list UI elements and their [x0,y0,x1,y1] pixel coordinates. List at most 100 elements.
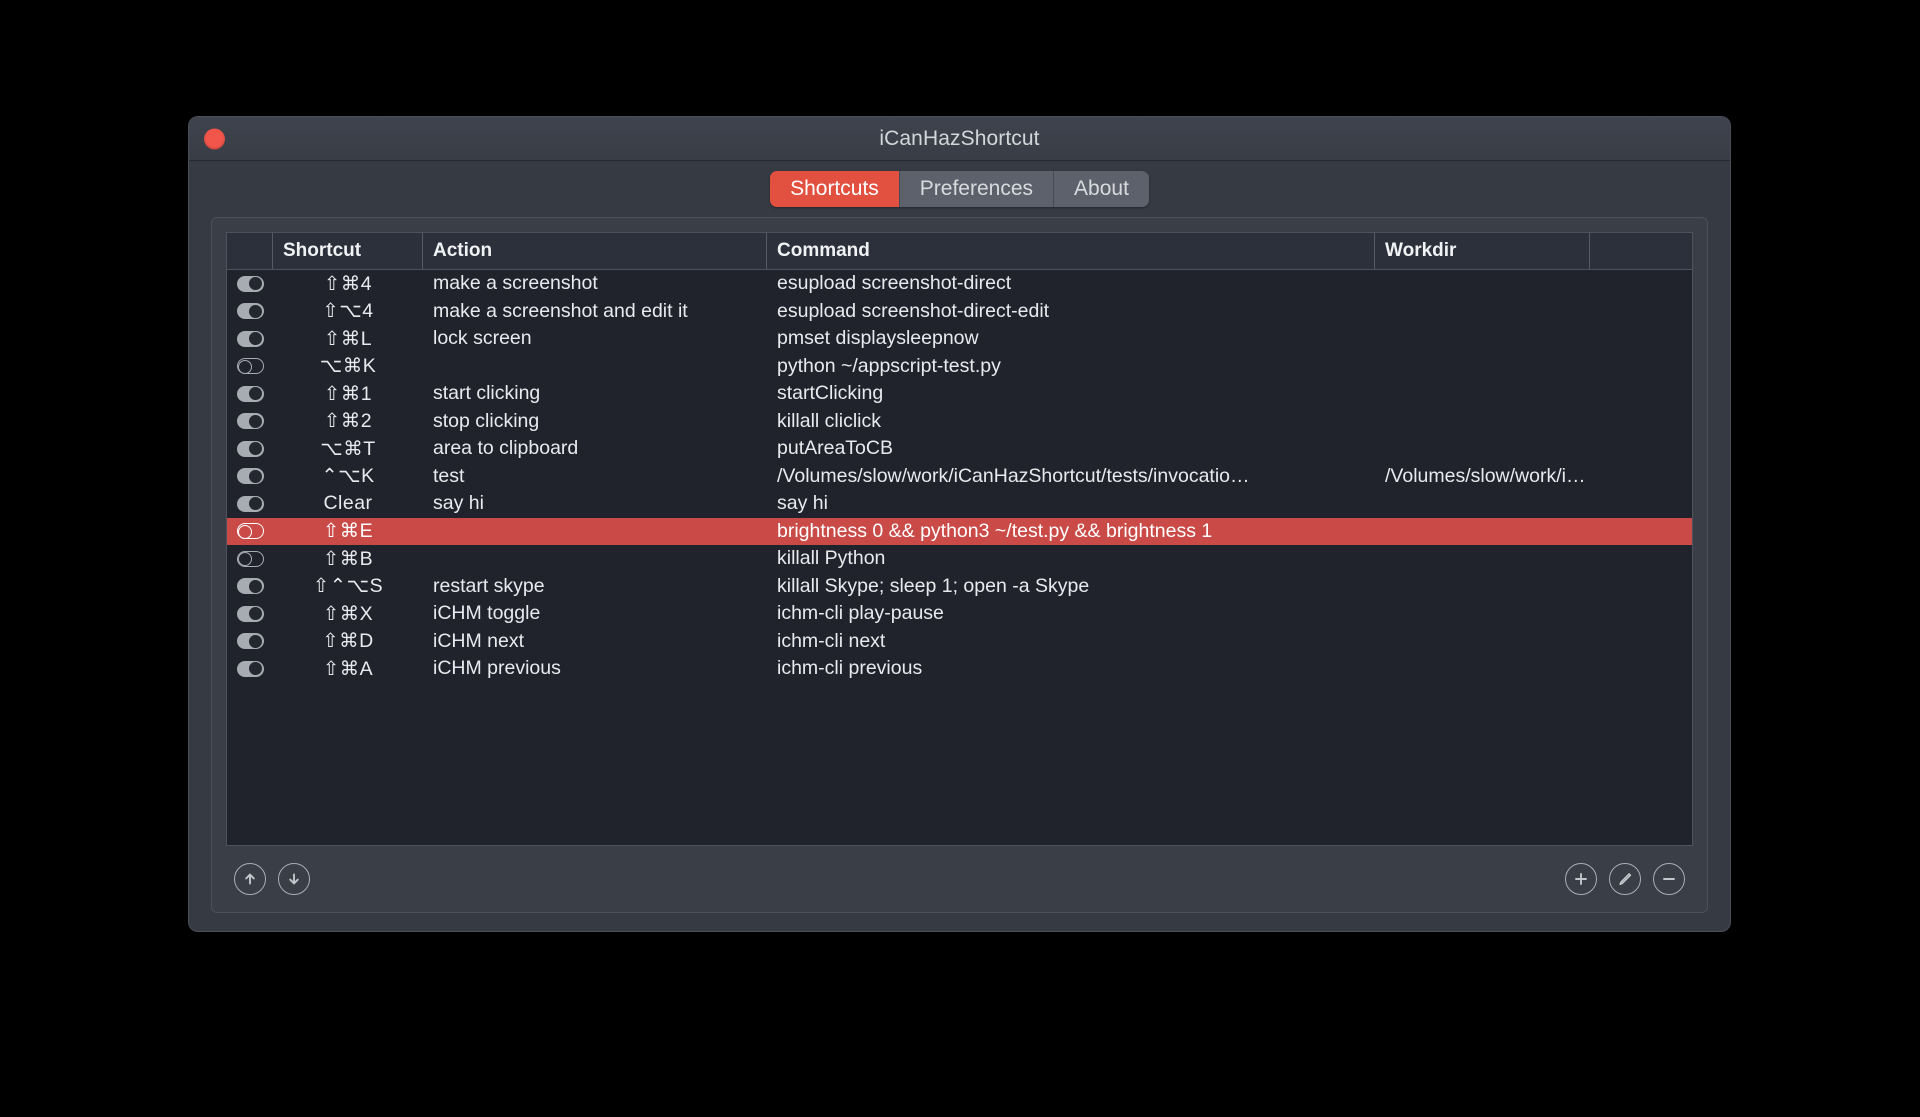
add-shortcut-button[interactable] [1565,863,1597,895]
cell-shortcut: ⇧⌘2 [323,410,373,433]
toggle-on-icon[interactable] [236,275,264,292]
edit-shortcut-button[interactable] [1609,863,1641,895]
table-row[interactable]: ⇧⌘D iCHM next ichm-cli next [227,628,1692,656]
cell-workdir [1375,600,1590,628]
row-enabled-toggle[interactable] [227,298,273,326]
toggle-on-icon[interactable] [236,495,264,512]
row-enabled-toggle[interactable] [227,600,273,628]
cell-workdir [1375,655,1590,683]
cell-extra [1590,518,1692,546]
toggle-on-icon[interactable] [236,660,264,677]
cell-extra [1590,655,1692,683]
cell-extra [1590,463,1692,491]
toggle-off-icon[interactable] [236,523,264,540]
column-header-workdir[interactable]: Workdir [1375,233,1590,269]
row-enabled-toggle[interactable] [227,545,273,573]
cell-action: make a screenshot and edit it [433,299,688,322]
app-window: iCanHazShortcut Shortcuts Preferences Abou… [189,117,1730,931]
table-row[interactable]: Clear say hi say hi [227,490,1692,518]
row-enabled-toggle[interactable] [227,655,273,683]
row-enabled-toggle[interactable] [227,408,273,436]
cell-extra [1590,600,1692,628]
cell-extra [1590,270,1692,298]
toggle-on-icon[interactable] [236,605,264,622]
cell-action: make a screenshot [433,272,598,295]
toggle-on-icon[interactable] [236,633,264,650]
toggle-on-icon[interactable] [236,385,264,402]
toggle-on-icon[interactable] [236,440,264,457]
cell-command: ichm-cli next [777,629,886,652]
table-row[interactable]: ⇧⌃⌥S restart skype killall Skype; sleep 1;… [227,573,1692,601]
tab-group: Shortcuts Preferences About [770,171,1149,207]
cell-action [423,518,767,546]
row-enabled-toggle[interactable] [227,270,273,298]
cell-command: /Volumes/slow/work/iCanHazShortcut/tests… [777,464,1250,487]
table-row[interactable]: ⇧⌘2 stop clicking killall cliclick [227,408,1692,436]
cell-command: esupload screenshot-direct-edit [777,299,1050,322]
cell-command: pmset displaysleepnow [777,327,979,350]
title-bar: iCanHazShortcut [189,117,1730,161]
cell-extra [1590,298,1692,326]
table-row[interactable]: ⇧⌘B killall Python [227,545,1692,573]
cell-workdir [1375,325,1590,353]
row-enabled-toggle[interactable] [227,628,273,656]
cell-shortcut: ⌥⌘K [319,355,377,378]
cell-action: say hi [433,492,484,515]
column-header-shortcut[interactable]: Shortcut [273,233,423,269]
cell-workdir [1375,518,1590,546]
row-enabled-toggle[interactable] [227,353,273,381]
remove-shortcut-button[interactable] [1653,863,1685,895]
row-enabled-toggle[interactable] [227,435,273,463]
toggle-on-icon[interactable] [236,468,264,485]
move-up-button[interactable] [234,863,266,895]
table-row[interactable]: ⇧⌘X iCHM toggle ichm-cli play-pause [227,600,1692,628]
row-enabled-toggle[interactable] [227,573,273,601]
cell-workdir [1375,628,1590,656]
table-row[interactable]: ⌥⌘T area to clipboard putAreaToCB [227,435,1692,463]
cell-workdir [1375,408,1590,436]
tab-shortcuts[interactable]: Shortcuts [770,171,900,207]
cell-shortcut: Clear [323,492,373,515]
column-header-action[interactable]: Action [423,233,767,269]
table-row[interactable]: ⇧⌥4 make a screenshot and edit it esupload… [227,298,1692,326]
toggle-on-icon[interactable] [236,578,264,595]
cell-action: test [433,464,465,487]
cell-action: iCHM next [433,629,525,652]
row-enabled-toggle[interactable] [227,380,273,408]
toggle-on-icon[interactable] [236,303,264,320]
table-row[interactable]: ⌥⌘K python ~/appscript-test.py [227,353,1692,381]
column-header-extra[interactable] [1590,233,1692,269]
tab-preferences[interactable]: Preferences [899,171,1055,207]
tab-about[interactable]: About [1054,171,1149,207]
row-enabled-toggle[interactable] [227,325,273,353]
toggle-off-icon[interactable] [236,358,264,375]
column-header-command[interactable]: Command [767,233,1375,269]
cell-workdir [1375,545,1590,573]
column-header-enabled[interactable] [227,233,273,269]
table-row[interactable]: ⇧⌘4 make a screenshot esupload screenshot-… [227,270,1692,298]
row-enabled-toggle[interactable] [227,518,273,546]
toggle-on-icon[interactable] [236,330,264,347]
row-enabled-toggle[interactable] [227,463,273,491]
table-header-row: Shortcut Action Command Workdir [227,233,1692,270]
table-row[interactable]: ⇧⌘A iCHM previous ichm-cli previous [227,655,1692,683]
cell-shortcut: ⌃⌥K [321,465,375,488]
move-down-button[interactable] [278,863,310,895]
cell-command: ichm-cli play-pause [777,602,944,625]
close-icon[interactable] [204,128,225,149]
toggle-off-icon[interactable] [236,550,264,567]
cell-shortcut: ⌥⌘T [320,437,376,460]
table-body: ⇧⌘4 make a screenshot esupload screenshot-… [227,270,1692,845]
cell-shortcut: ⇧⌘E [322,520,374,543]
cell-command: killall Python [777,547,886,570]
cell-command: python ~/appscript-test.py [777,354,1001,377]
toggle-on-icon[interactable] [236,413,264,430]
cell-action: area to clipboard [433,437,579,460]
table-row[interactable]: ⌃⌥K test/Volumes/slow/work/iCanHazShortcu… [227,463,1692,491]
table-row[interactable]: ⇧⌘1 start clicking startClicking [227,380,1692,408]
table-row[interactable]: ⇧⌘E brightness 0 && python3 ~/test.py && … [227,517,1692,546]
cell-workdir: /Volumes/slow/work/i… [1385,464,1586,487]
table-row[interactable]: ⇧⌘L lock screen pmset displaysleepnow [227,325,1692,353]
cell-workdir [1375,435,1590,463]
row-enabled-toggle[interactable] [227,490,273,518]
